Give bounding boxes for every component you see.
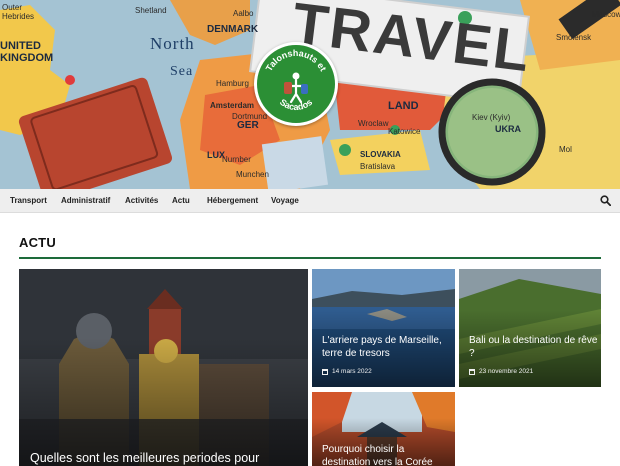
main-nav: Transport Administratif Activités Actu H… — [0, 189, 620, 213]
map-label-denmark: DENMARK — [207, 24, 259, 35]
article-card[interactable]: L'arriere pays de Marseille, terre de tr… — [312, 269, 455, 387]
map-label-north: North — [150, 34, 195, 53]
article-date: 14 mars 2022 — [332, 368, 372, 375]
map-label-outer-hebrides: Outer Hebrides — [2, 3, 35, 21]
map-label-aalborg: Aalbo — [233, 9, 254, 18]
nav-item-actu[interactable]: Actu — [172, 196, 190, 205]
map-label-shetland: Shetland — [135, 6, 167, 15]
article-card[interactable]: Pourquoi choisir la destination vers la … — [312, 392, 455, 466]
search-icon[interactable] — [600, 195, 611, 206]
map-label-slovakia: SLOVAKIA — [360, 150, 401, 159]
map-label-bratislava: Bratislava — [360, 162, 396, 171]
calendar-icon — [469, 369, 475, 375]
svg-text:Talonshauts et: Talonshauts et — [264, 48, 329, 73]
map-label-sea: Sea — [170, 64, 194, 79]
map-label-ukraine: UKRA — [495, 124, 521, 134]
map-label-germany: GER — [237, 120, 259, 131]
nav-item-administratif[interactable]: Administratif — [61, 196, 110, 205]
section-title: ACTU — [19, 235, 56, 250]
logo-text-top: Talonshauts et — [264, 48, 329, 73]
logo-text-bottom: Sacados — [278, 97, 314, 112]
article-title[interactable]: Quelles sont les meilleures periodes pou… — [30, 451, 305, 466]
site-logo[interactable]: Talonshauts et Sacados — [254, 42, 338, 126]
map-label-kiev: Kiev (Kyiv) — [472, 113, 511, 122]
map-label-moscow: Moscow — [592, 10, 620, 19]
nav-item-activites[interactable]: Activités — [125, 196, 158, 205]
article-date: 23 novembre 2021 — [479, 368, 534, 375]
section-divider — [19, 257, 601, 259]
map-label-poland: LAND — [388, 100, 419, 112]
nav-item-transport[interactable]: Transport — [10, 196, 47, 205]
nav-item-voyage[interactable]: Voyage — [271, 196, 299, 205]
map-label-amsterdam: Amsterdam — [210, 101, 255, 110]
header-banner: Outer Hebrides Shetland UNITED KINGDOM D… — [0, 0, 620, 189]
article-card-featured[interactable]: Quelles sont les meilleures periodes pou… — [19, 269, 308, 466]
map-label-united-kingdom: UNITED KINGDOM — [0, 40, 54, 64]
map-label-katowice: Katowice — [388, 127, 421, 136]
map-label-nurnberg: Nurnber — [222, 155, 251, 164]
map-label-munchen: Munchen — [236, 170, 269, 179]
article-title[interactable]: Bali ou la destination de rêve ? — [469, 335, 599, 360]
map-label-moldova: Mol — [559, 145, 572, 154]
map-label-hamburg: Hamburg — [216, 79, 249, 88]
article-title[interactable]: Pourquoi choisir la destination vers la … — [322, 444, 452, 466]
article-title[interactable]: L'arriere pays de Marseille, terre de tr… — [322, 335, 452, 360]
map-label-smolensk: Smolensk — [556, 33, 592, 42]
nav-item-hebergement[interactable]: Hébergement — [207, 196, 258, 205]
article-card[interactable]: Bali ou la destination de rêve ? 23 nove… — [459, 269, 601, 387]
map-label-wroclaw: Wroclaw — [358, 119, 389, 128]
calendar-icon — [322, 369, 328, 375]
svg-text:Sacados: Sacados — [278, 97, 314, 112]
